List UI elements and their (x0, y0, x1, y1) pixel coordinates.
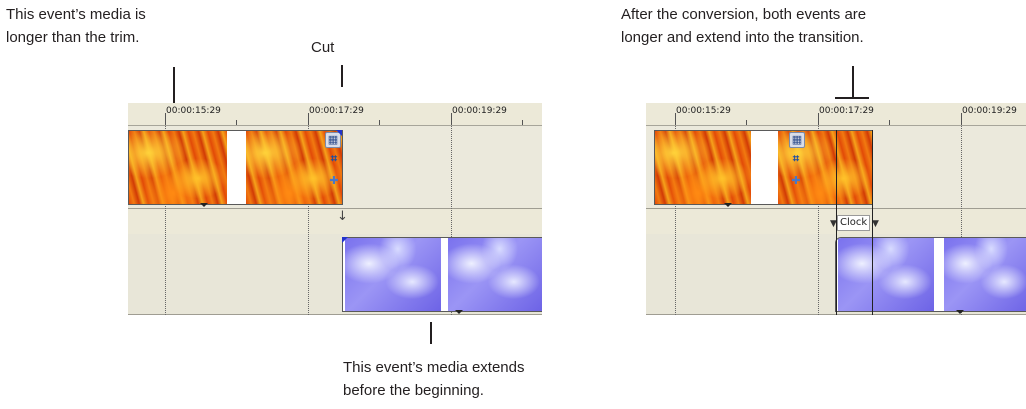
ruler-minor-tick (889, 120, 890, 125)
sky-thumbnail (838, 238, 934, 311)
event-marker (724, 203, 732, 207)
callout-after-conversion: After the conversion, both events are lo… (621, 3, 866, 49)
conversion-leader-line (852, 66, 854, 97)
sky-thumbnail (944, 238, 1026, 311)
timeline-after-conversion: 00:00:15:29 00:00:17:29 00:00:19:29 ▦ ⌗ … (646, 103, 1026, 315)
pan-icon[interactable]: ✚ (327, 174, 341, 188)
callout-cut-label: Cut (311, 39, 335, 56)
transition-marker-line (872, 130, 873, 315)
callout-line-2: longer and extend into the transition. (621, 29, 864, 46)
time-ruler: 00:00:15:29 00:00:17:29 00:00:19:29 (128, 103, 542, 126)
sky-thumbnail (345, 238, 441, 311)
sky-media-event[interactable] (835, 237, 1026, 312)
callout-line-1: This event’s media is (6, 6, 146, 23)
transition-marker-line (836, 130, 837, 315)
down-arrow-icon: ↓ (337, 209, 348, 224)
callout-line-1: This event’s media extends (343, 359, 525, 376)
timeline-before-conversion: 00:00:15:29 00:00:17:29 00:00:19:29 ▦ ⌗ … (128, 103, 542, 315)
ruler-tick-label: 00:00:15:29 (166, 106, 221, 116)
ruler-minor-tick (746, 120, 747, 125)
fire-media-event[interactable]: ▦ ⌗ ✚ (654, 130, 873, 205)
fire-media-event[interactable]: ▦ ⌗ ✚ (128, 130, 343, 205)
extends-leader-line (430, 322, 432, 344)
ruler-minor-tick (522, 120, 523, 125)
ruler-minor-tick (236, 120, 237, 125)
fire-thumbnail (129, 131, 227, 204)
event-corner (336, 130, 342, 136)
callout-line-2: longer than the trim. (6, 29, 140, 46)
ruler-tick-label: 00:00:15:29 (676, 106, 731, 116)
callout-line-2: before the beginning. (343, 382, 484, 399)
crop-icon[interactable]: ⌗ (327, 152, 341, 166)
cut-leader-line (341, 65, 343, 87)
ruler-minor-tick (379, 120, 380, 125)
fire-thumbnail (655, 131, 751, 204)
ruler-tick-label: 00:00:17:29 (819, 106, 874, 116)
callout-media-longer-than-trim: This event’s media is longer than the tr… (6, 3, 146, 49)
conversion-leader-bar (835, 97, 869, 99)
ruler-tick-label: 00:00:19:29 (452, 106, 507, 116)
event-marker (200, 203, 208, 207)
crop-icon[interactable]: ⌗ (789, 152, 803, 166)
sky-thumbnail (448, 238, 542, 311)
film-icon[interactable]: ▦ (789, 132, 805, 148)
callout-cut: Cut (311, 36, 334, 59)
transition-label[interactable]: Clock (837, 215, 871, 231)
time-ruler: 00:00:15:29 00:00:17:29 00:00:19:29 (646, 103, 1026, 126)
track-gap (128, 209, 542, 234)
callout-line-1: After the conversion, both events are (621, 6, 867, 23)
ruler-tick-label: 00:00:17:29 (309, 106, 364, 116)
event-marker (455, 310, 463, 314)
ruler-tick-label: 00:00:19:29 (962, 106, 1017, 116)
callout-media-extends-before: This event’s media extends before the be… (343, 356, 525, 402)
sky-media-event[interactable] (342, 237, 542, 312)
transition-end-arrow-icon: ▼ (872, 219, 879, 229)
event-marker (956, 310, 964, 314)
event-corner (342, 237, 348, 243)
pan-icon[interactable]: ✚ (789, 174, 803, 188)
